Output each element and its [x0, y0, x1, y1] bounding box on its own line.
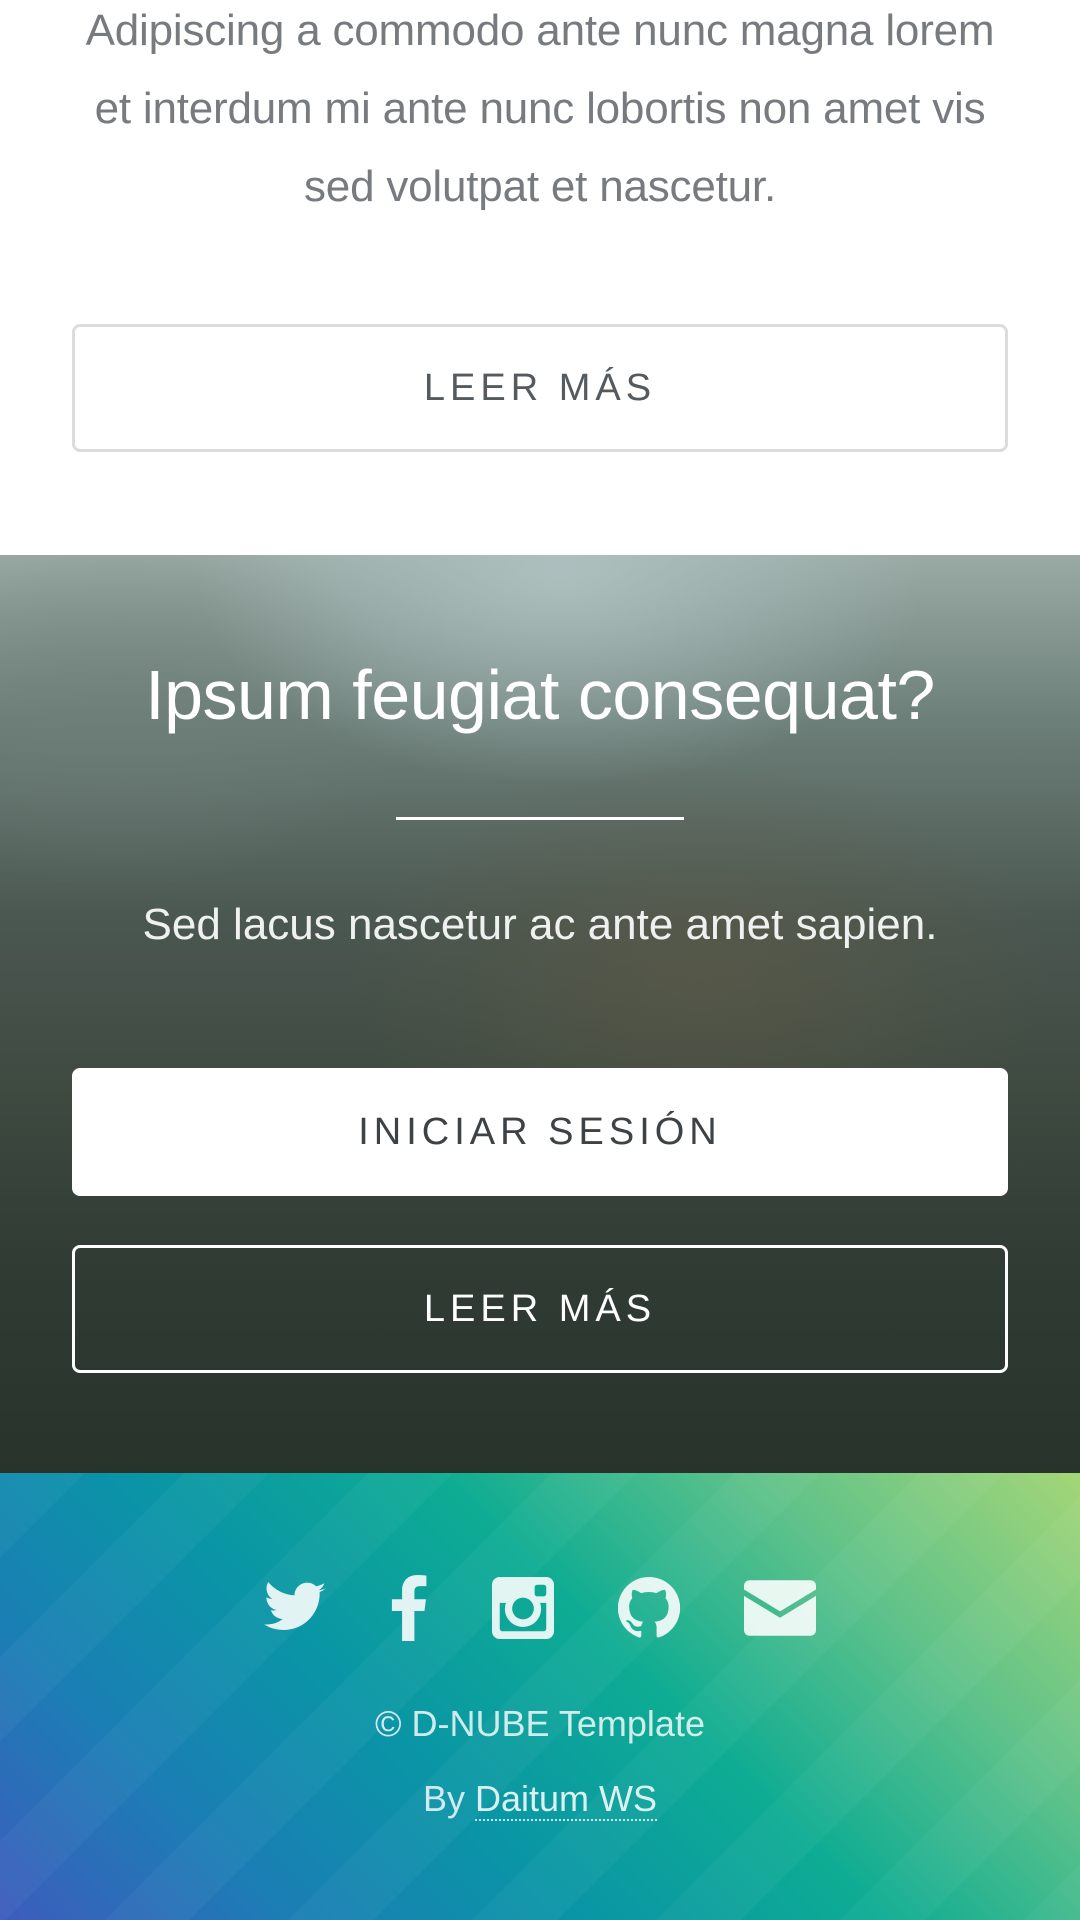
- cta-banner: Ipsum feugiat consequat? Sed lacus nasce…: [0, 555, 1080, 1473]
- intro-text: Adipiscing a commodo ante nunc magna lor…: [85, 6, 995, 211]
- byline: By Daitum WS: [0, 1778, 1080, 1821]
- read-more-button[interactable]: LEER MÁS: [72, 324, 1008, 452]
- cta-read-more-button[interactable]: LEER MÁS: [72, 1245, 1008, 1373]
- copyright-text: © D-NUBE Template: [375, 1703, 705, 1744]
- envelope-icon[interactable]: [744, 1573, 816, 1643]
- intro-section: Adipiscing a commodo ante nunc magna lor…: [0, 0, 1080, 555]
- byline-prefix: By: [422, 1778, 465, 1819]
- twitter-icon[interactable]: [264, 1573, 326, 1643]
- social-links: [0, 1573, 1080, 1643]
- cta-divider: [396, 817, 684, 820]
- github-icon[interactable]: [618, 1573, 680, 1643]
- cta-subtitle: Sed lacus nascetur ac ante amet sapien.: [142, 900, 938, 949]
- cta-title: Ipsum feugiat consequat?: [145, 656, 935, 734]
- facebook-icon[interactable]: [390, 1573, 428, 1643]
- footer: © D-NUBE Template By Daitum WS: [0, 1473, 1080, 1920]
- author-link[interactable]: Daitum WS: [475, 1778, 658, 1821]
- instagram-icon[interactable]: [492, 1573, 554, 1643]
- login-button[interactable]: INICIAR SESIÓN: [72, 1068, 1008, 1196]
